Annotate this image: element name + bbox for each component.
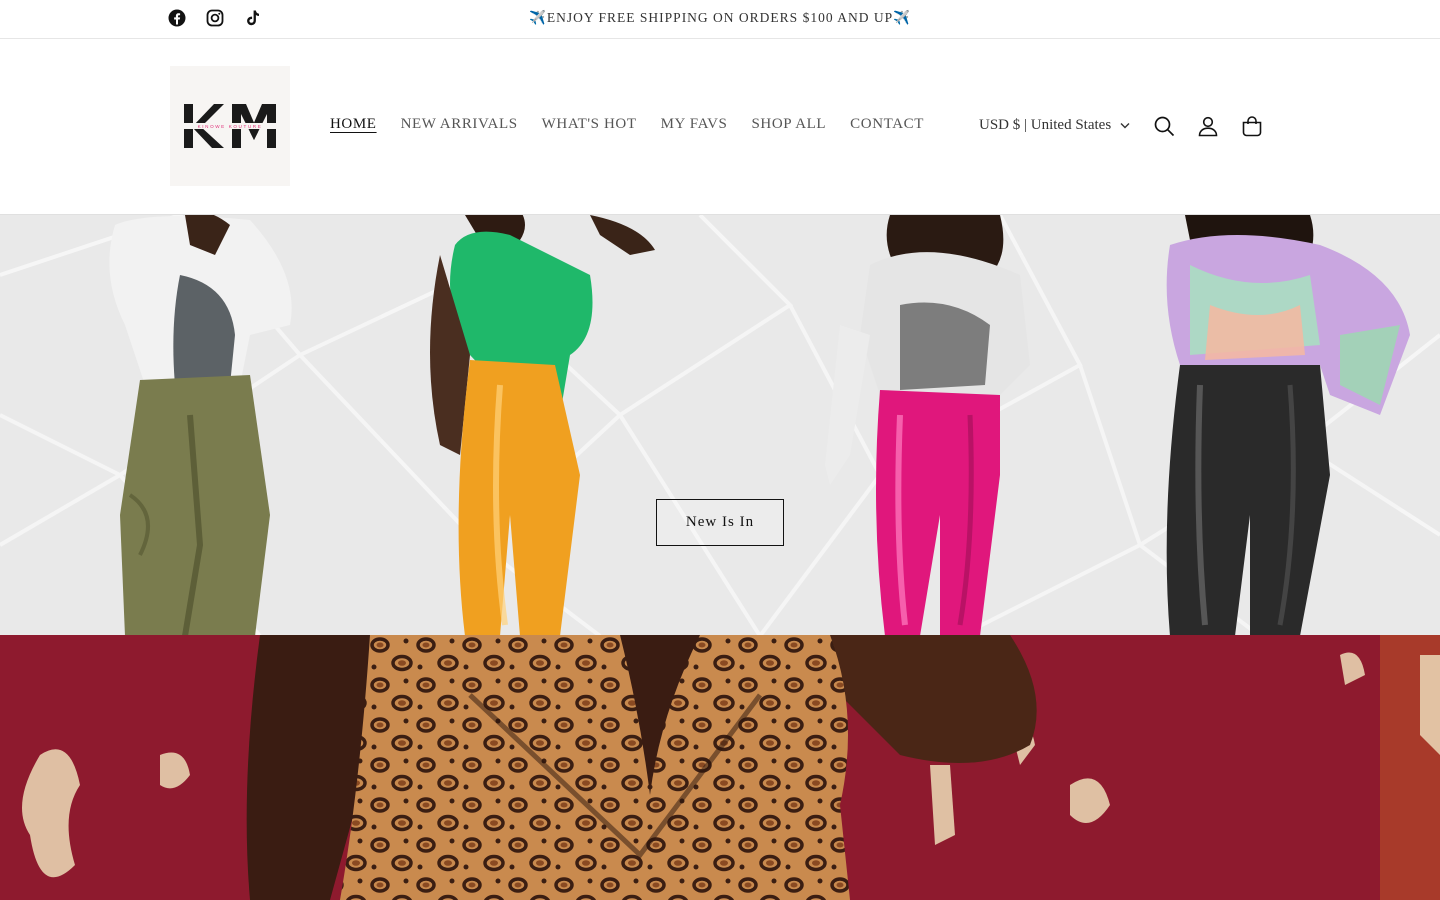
store-logo[interactable]: KINOWE KOUTURE [170,66,290,186]
nav-contact[interactable]: CONTACT [850,116,924,133]
logo-tagline: KINOWE KOUTURE [198,124,263,129]
chevron-down-icon [1120,123,1130,129]
currency-label: USD $ | United States [979,117,1112,133]
cart-icon[interactable] [1241,115,1263,137]
announcement-bar: ✈️ENJOY FREE SHIPPING ON ORDERS $100 AND… [0,0,1440,39]
new-is-in-button[interactable]: New Is In [656,499,784,546]
search-icon[interactable] [1153,115,1175,137]
header-icons [1153,115,1263,137]
nav-whats-hot[interactable]: WHAT'S HOT [542,116,637,133]
nav-new-arrivals[interactable]: NEW ARRIVALS [401,116,518,133]
hero-banner-leopard [0,635,1440,900]
model-1 [109,215,292,635]
km-logo-mark: KINOWE KOUTURE [184,104,276,148]
currency-selector[interactable]: USD $ | United States [979,117,1130,134]
hero-banner-new-in: New Is In [0,214,1440,635]
hero-image [0,215,1440,635]
model-4 [1166,215,1410,635]
model-2 [430,215,655,635]
main-navigation: HOME NEW ARRIVALS WHAT'S HOT MY FAVS SHO… [330,116,924,133]
nav-my-favs[interactable]: MY FAVS [661,116,728,133]
announcement-text: ✈️ENJOY FREE SHIPPING ON ORDERS $100 AND… [529,10,911,25]
nav-home[interactable]: HOME [330,116,377,133]
site-header: KINOWE KOUTURE HOME NEW ARRIVALS WHAT'S … [0,39,1440,214]
account-icon[interactable] [1197,115,1219,137]
hero-image-leopard [0,635,1440,900]
nav-shop-all[interactable]: SHOP ALL [751,116,826,133]
